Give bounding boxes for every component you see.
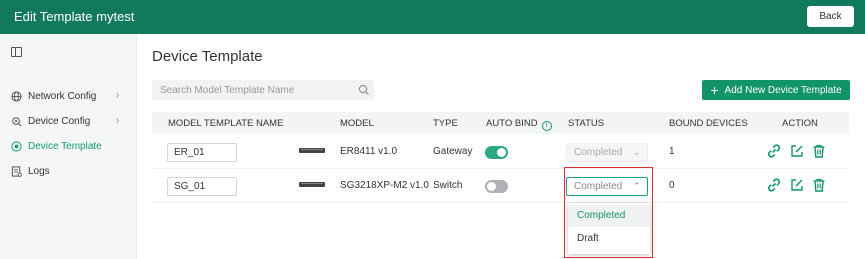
status-dropdown-menu: Completed Draft: [568, 203, 650, 254]
logs-icon: [11, 166, 22, 177]
auto-bind-toggle[interactable]: [485, 180, 508, 193]
sidebar-item-device-config[interactable]: Device Config ›: [0, 110, 137, 132]
model-cell: SG3218XP-M2 v1.0: [340, 180, 429, 191]
column-header-type: TYPE: [433, 118, 458, 129]
sidebar-item-label: Logs: [28, 166, 50, 177]
info-icon[interactable]: i: [541, 121, 552, 131]
column-header-auto-bind: AUTO BIND i: [486, 118, 552, 131]
column-header-status: STATUS: [568, 118, 605, 129]
top-bar: Edit Template mytest Back: [0, 0, 865, 34]
main-content: Device Template + Add New Device Templat…: [138, 34, 865, 259]
link-icon[interactable]: [766, 177, 782, 193]
table-row: ER_01 ER8411 v1.0 Gateway Completed ⌄ 1: [152, 135, 849, 169]
page-title: Device Template: [152, 48, 263, 65]
table-header: MODEL TEMPLATE NAME MODEL TYPE AUTO BIND…: [152, 112, 849, 134]
status-value: Completed: [574, 147, 623, 158]
sidebar-item-device-template[interactable]: Device Template: [0, 135, 137, 157]
toggle-knob: [497, 148, 506, 157]
auto-bind-toggle[interactable]: [485, 146, 508, 159]
column-header-bound-devices: BOUND DEVICES: [669, 118, 748, 129]
search-icon[interactable]: [358, 84, 370, 96]
edit-icon[interactable]: [789, 177, 805, 193]
sidebar-item-logs[interactable]: Logs: [0, 160, 137, 182]
template-name-field[interactable]: SG_01: [167, 177, 237, 196]
sidebar: Network Config › Device Config › Device …: [0, 34, 137, 259]
toggle-knob: [487, 182, 496, 191]
back-button[interactable]: Back: [807, 6, 854, 27]
chevron-right-icon: ›: [116, 90, 120, 101]
add-button-label: Add New Device Template: [724, 84, 842, 96]
search-box: [152, 80, 374, 100]
link-icon[interactable]: [766, 143, 782, 159]
sidebar-item-network-config[interactable]: Network Config ›: [0, 85, 137, 107]
dropdown-option-completed[interactable]: Completed: [568, 205, 650, 227]
sidebar-item-label: Network Config: [28, 91, 97, 102]
device-image: [299, 148, 325, 153]
status-select: Completed ⌄: [566, 143, 648, 162]
column-header-action: ACTION: [782, 118, 818, 129]
type-cell: Gateway: [433, 146, 473, 157]
search-input[interactable]: [160, 83, 350, 97]
trash-icon[interactable]: [811, 143, 827, 159]
plus-icon: +: [710, 82, 719, 98]
chevron-down-icon: ⌄: [633, 147, 641, 157]
bound-devices-cell: 1: [669, 146, 675, 157]
sidebar-item-label: Device Template: [28, 141, 102, 152]
template-icon: [11, 141, 22, 152]
collapse-sidebar-icon[interactable]: [11, 47, 22, 57]
table-row: SG_01 SG3218XP-M2 v1.0 Switch Completed …: [152, 169, 849, 203]
type-cell: Switch: [433, 180, 463, 191]
add-new-device-template-button[interactable]: + Add New Device Template: [702, 80, 850, 100]
edit-icon[interactable]: [789, 143, 805, 159]
column-header-template-name: MODEL TEMPLATE NAME: [168, 118, 284, 129]
bound-devices-cell: 0: [669, 180, 675, 191]
chevron-right-icon: ›: [116, 115, 120, 126]
trash-icon[interactable]: [811, 177, 827, 193]
device-config-icon: [12, 117, 22, 127]
device-image: [299, 182, 325, 187]
auto-bind-label: AUTO BIND: [486, 118, 538, 129]
sidebar-item-label: Device Config: [28, 116, 91, 127]
model-cell: ER8411 v1.0: [340, 146, 398, 157]
column-header-model: MODEL: [340, 118, 374, 129]
dropdown-option-draft[interactable]: Draft: [568, 228, 650, 250]
template-name-field[interactable]: ER_01: [167, 143, 237, 162]
globe-icon: [11, 91, 22, 102]
page-header-title: Edit Template mytest: [14, 9, 135, 24]
